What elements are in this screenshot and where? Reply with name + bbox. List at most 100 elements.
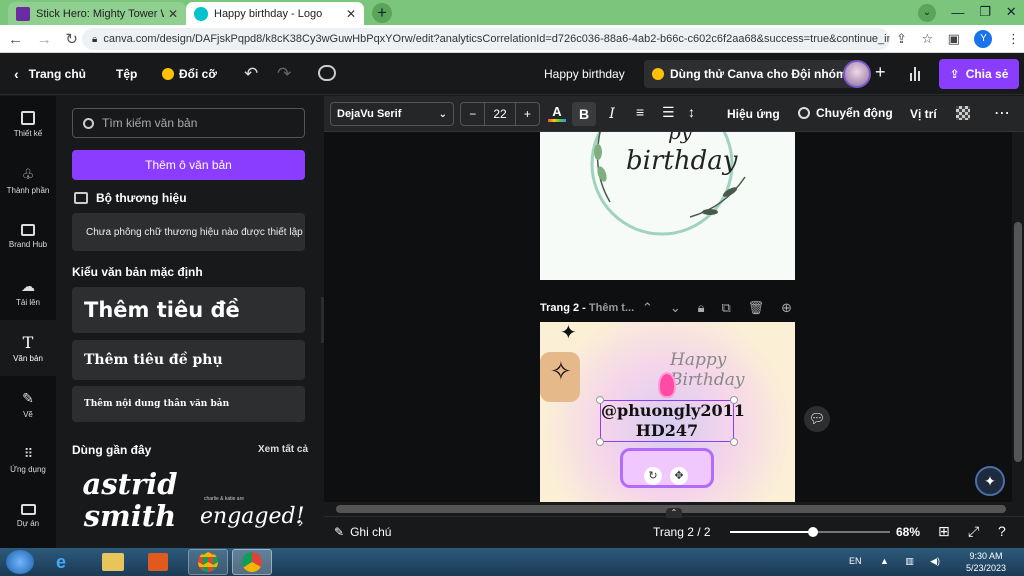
rail-brand-hub[interactable]: Brand Hub bbox=[0, 208, 56, 264]
cloud-saved-icon[interactable] bbox=[318, 65, 336, 81]
effects-button[interactable]: Hiệu ứng bbox=[727, 107, 780, 121]
rail-apps[interactable]: ⠿ Ứng dụng bbox=[0, 432, 56, 488]
tab-search-icon[interactable]: ⌄ bbox=[918, 4, 936, 22]
fullscreen-icon[interactable]: ⤢ bbox=[968, 523, 979, 540]
decrease-size-button[interactable]: − bbox=[461, 107, 484, 121]
resize-handle[interactable] bbox=[730, 438, 738, 446]
text-color-button[interactable]: A bbox=[548, 104, 566, 124]
duplicate-page-icon[interactable]: ⧉ bbox=[721, 300, 730, 316]
spacing-icon[interactable]: ↕ bbox=[688, 104, 695, 120]
media-player-icon[interactable] bbox=[148, 553, 168, 571]
move-handle-icon[interactable]: ✥ bbox=[670, 467, 688, 485]
lock-page-icon[interactable]: 🔒︎ bbox=[698, 300, 705, 316]
add-page-icon[interactable]: ⊕ bbox=[781, 300, 792, 316]
new-tab-button[interactable]: + bbox=[372, 3, 392, 23]
rail-text[interactable]: T Văn bản bbox=[0, 320, 56, 376]
maximize-button[interactable]: ❐ bbox=[979, 4, 991, 20]
reload-icon[interactable]: ↻ bbox=[65, 30, 78, 48]
try-teams-button[interactable]: Dùng thử Canva cho Đội nhóm bbox=[644, 60, 855, 88]
bold-button[interactable]: B bbox=[572, 102, 596, 126]
zoom-slider[interactable] bbox=[730, 527, 890, 537]
resize-handle[interactable] bbox=[596, 396, 604, 404]
resize-button[interactable]: Đổi cỡ bbox=[162, 67, 217, 81]
insights-icon[interactable] bbox=[900, 59, 930, 89]
url-field[interactable]: 🔒︎ canva.com/design/DAFjskPqpd8/k8cK38Cy… bbox=[82, 28, 890, 50]
back-arrow-icon[interactable]: ← bbox=[8, 31, 23, 48]
font-family-select[interactable]: DejaVu Serif ⌄ bbox=[330, 102, 454, 126]
rail-draw[interactable]: ✎ Vẽ bbox=[0, 376, 56, 432]
recent-font-engaged[interactable]: charlie & katie are engaged! bbox=[200, 496, 304, 548]
volume-icon[interactable]: ◀) bbox=[930, 556, 940, 567]
ie-icon[interactable]: e bbox=[56, 552, 78, 572]
rail-design[interactable]: Thiết kế bbox=[0, 96, 56, 152]
move-up-icon[interactable]: ⌃ bbox=[642, 300, 653, 316]
tray-arrow-icon[interactable]: ▲ bbox=[880, 556, 889, 567]
rail-elements[interactable]: ♧ Thành phần bbox=[0, 152, 56, 208]
chrome-profile-taskbar-button[interactable] bbox=[232, 549, 272, 575]
forward-arrow-icon[interactable]: → bbox=[37, 31, 52, 48]
rotate-handle-icon[interactable]: ↻ bbox=[644, 467, 662, 485]
bookmark-star-icon[interactable]: ☆ bbox=[921, 31, 933, 47]
recent-font-astrid[interactable]: astrid smith bbox=[74, 468, 186, 548]
add-collaborator-icon[interactable]: + bbox=[875, 62, 886, 83]
notes-button[interactable]: ✎ Ghi chú bbox=[334, 525, 391, 539]
page-2-label[interactable]: Trang 2 - Thêm t... bbox=[540, 302, 634, 314]
home-button[interactable]: ‹ Trang chủ bbox=[14, 66, 86, 82]
grid-view-icon[interactable]: ⊞ bbox=[938, 523, 950, 540]
zoom-value[interactable]: 68% bbox=[896, 525, 920, 539]
animate-button[interactable]: Chuyển động bbox=[798, 106, 893, 120]
profile-avatar[interactable]: Y bbox=[974, 30, 993, 48]
close-icon[interactable]: ✕ bbox=[168, 7, 178, 21]
comment-icon[interactable]: 💬︎ bbox=[804, 406, 830, 432]
more-options-icon[interactable]: ⋯ bbox=[994, 103, 1011, 123]
chrome-taskbar-button[interactable] bbox=[188, 549, 228, 575]
share-page-icon[interactable]: ⇪ bbox=[896, 31, 907, 47]
add-textbox-button[interactable]: Thêm ô văn bản bbox=[72, 150, 305, 180]
add-subheading-button[interactable]: Thêm tiêu đề phụ bbox=[72, 340, 305, 380]
add-body-button[interactable]: Thêm nội dung thân văn bản bbox=[72, 386, 305, 422]
list-icon[interactable]: ☰ bbox=[662, 104, 675, 121]
help-icon[interactable]: ? bbox=[998, 523, 1006, 539]
resize-handle[interactable] bbox=[730, 396, 738, 404]
increase-size-button[interactable]: + bbox=[516, 107, 539, 121]
see-all-link[interactable]: Xem tất cả bbox=[258, 444, 308, 455]
position-button[interactable]: Vị trí bbox=[910, 107, 937, 121]
brand-kit-heading[interactable]: Bộ thương hiệu bbox=[74, 191, 187, 205]
network-icon[interactable]: ▥ bbox=[905, 556, 914, 567]
browser-menu-icon[interactable]: ⋮ bbox=[1007, 31, 1020, 47]
transparency-icon[interactable] bbox=[956, 106, 970, 120]
move-down-icon[interactable]: ⌄ bbox=[670, 300, 681, 316]
italic-button[interactable]: I bbox=[600, 102, 624, 126]
avatar[interactable] bbox=[843, 60, 871, 88]
start-button[interactable] bbox=[6, 550, 34, 574]
font-size-value[interactable]: 22 bbox=[484, 103, 516, 125]
close-icon[interactable]: ✕ bbox=[346, 7, 356, 21]
rail-uploads[interactable]: ☁︎ Tải lên bbox=[0, 264, 56, 320]
browser-tab-canva[interactable]: Happy birthday - Logo ✕ bbox=[186, 2, 364, 25]
expand-pages-button[interactable]: ⌃ bbox=[666, 508, 682, 518]
page-2[interactable]: ✦ ✧ Happy Birthday @phuongly2011 HD247 ↻… bbox=[540, 322, 795, 502]
page-1[interactable]: py birthday bbox=[540, 132, 795, 280]
add-heading-button[interactable]: Thêm tiêu đề bbox=[72, 287, 305, 333]
redo-icon[interactable]: ↷ bbox=[277, 64, 291, 84]
vertical-scrollbar[interactable] bbox=[1012, 132, 1024, 502]
design-title[interactable]: Happy birthday bbox=[544, 67, 625, 81]
file-menu-button[interactable]: Tệp bbox=[116, 67, 137, 81]
explorer-icon[interactable] bbox=[102, 553, 124, 571]
clock[interactable]: 9:30 AM 5/23/2023 bbox=[954, 550, 1018, 574]
rail-projects[interactable]: Dự án bbox=[0, 488, 56, 544]
minimize-button[interactable]: — bbox=[951, 5, 964, 20]
resize-handle[interactable] bbox=[596, 438, 604, 446]
align-center-icon[interactable]: ≡ bbox=[636, 104, 644, 120]
search-input[interactable]: Tìm kiếm văn bản bbox=[72, 108, 305, 138]
browser-tab-stick-hero[interactable]: Stick Hero: Mighty Tower Wars | Pl ✕ bbox=[8, 2, 186, 25]
sidepanel-icon[interactable]: ▣ bbox=[948, 31, 960, 47]
magic-assistant-icon[interactable]: ✦ bbox=[975, 466, 1005, 496]
zoom-slider-thumb[interactable] bbox=[808, 527, 818, 537]
language-indicator[interactable]: EN bbox=[849, 556, 862, 566]
page-indicator[interactable]: Trang 2 / 2 bbox=[653, 525, 711, 539]
delete-page-icon[interactable]: 🗑︎ bbox=[748, 300, 765, 316]
undo-icon[interactable]: ↶ bbox=[244, 64, 258, 84]
selected-textbox[interactable]: @phuongly2011 HD247 bbox=[600, 400, 745, 442]
font-size-stepper[interactable]: − 22 + bbox=[460, 102, 540, 126]
